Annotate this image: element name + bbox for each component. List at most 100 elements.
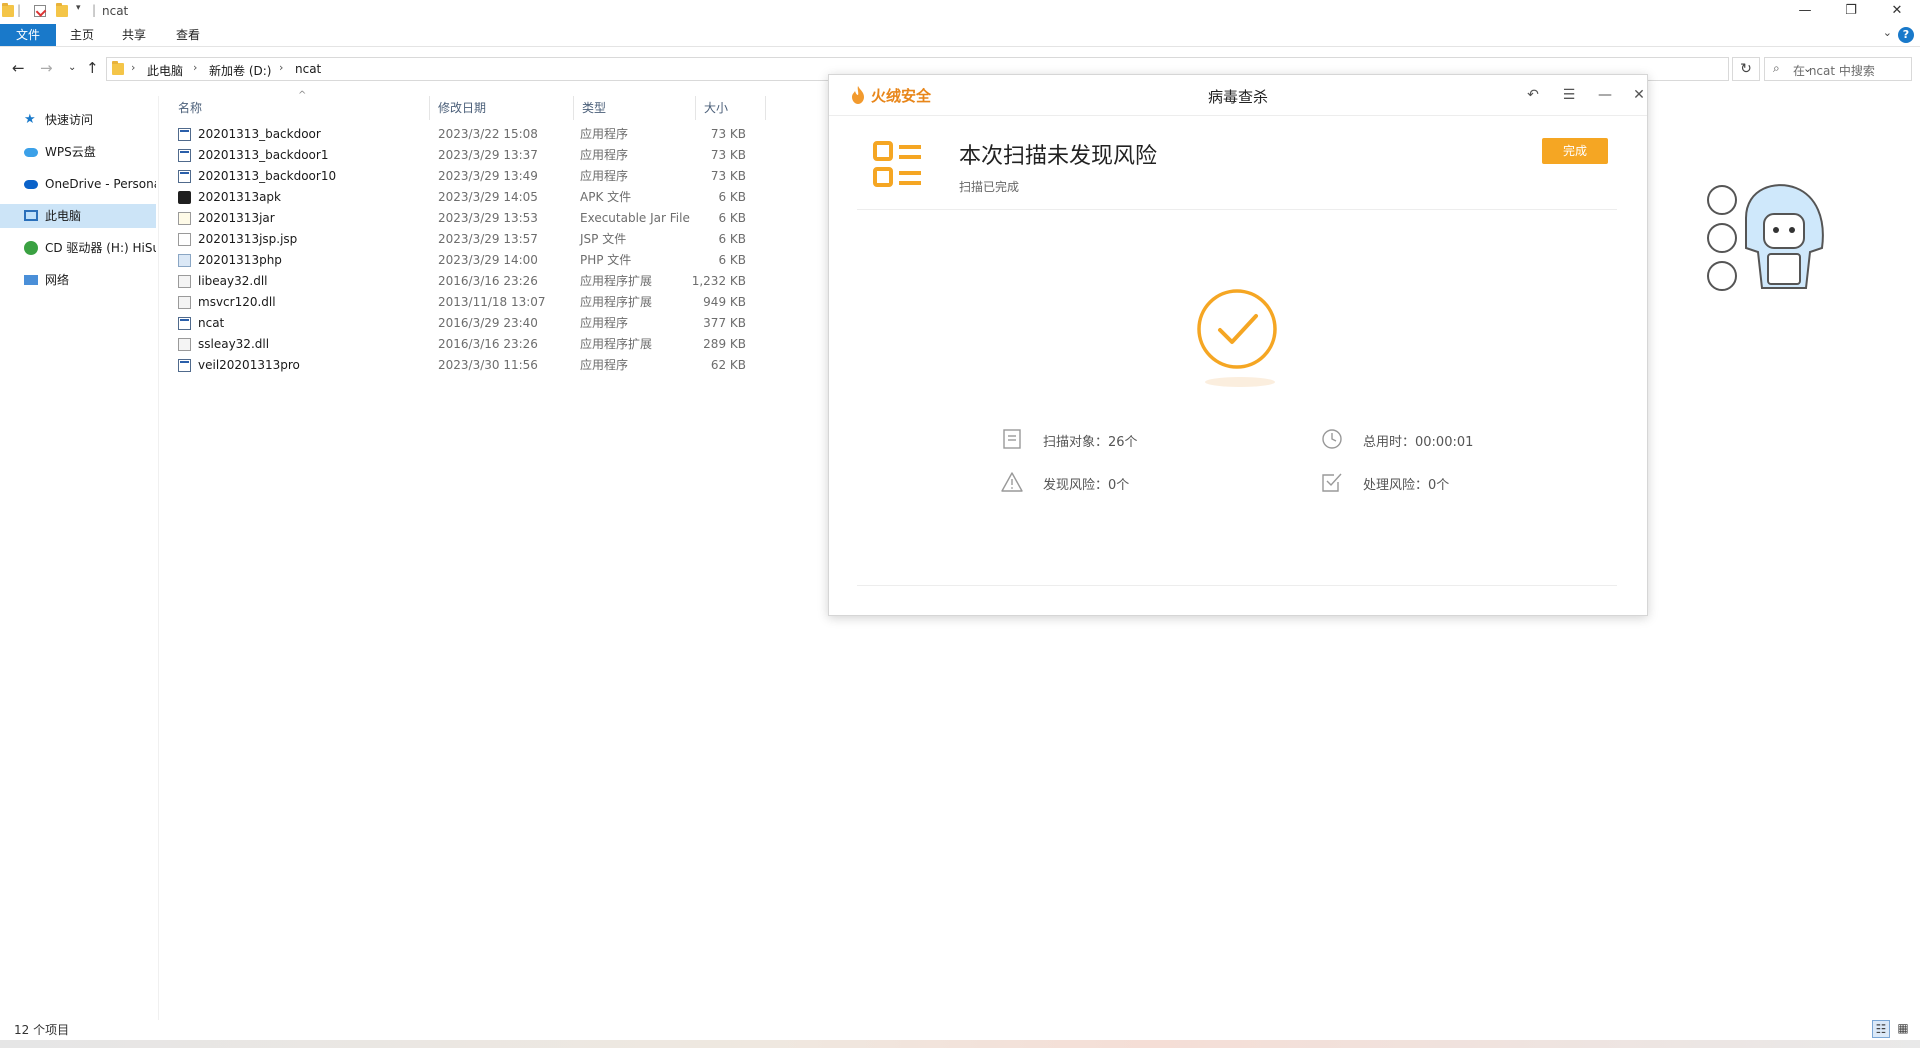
file-size: 289 KB	[703, 337, 746, 351]
column-header-type[interactable]: 类型	[574, 96, 696, 120]
star-icon: ★	[24, 112, 36, 127]
nav-item-this-pc[interactable]: 此电脑	[0, 204, 156, 228]
file-date: 2023/3/29 14:05	[438, 190, 538, 204]
tab-home[interactable]: 主页	[58, 24, 106, 46]
properties-icon[interactable]	[34, 5, 47, 17]
nav-item-label: CD 驱动器 (H:) HiSu	[45, 241, 156, 255]
breadcrumb-this-pc[interactable]: 此电脑	[147, 62, 183, 79]
window-title: ncat	[102, 4, 129, 18]
file-row[interactable]: 20201313_backdoor1 2023/3/29 13:37 应用程序 73 …	[170, 145, 770, 166]
folder-icon	[2, 3, 14, 17]
file-type: APK 文件	[580, 190, 632, 204]
nav-item-cd-drive[interactable]: CD 驱动器 (H:) HiSu	[0, 236, 156, 260]
breadcrumb-separator-icon[interactable]: ›	[193, 61, 197, 74]
file-size: 1,232 KB	[691, 274, 746, 288]
file-row[interactable]: 20201313jsp.jsp 2023/3/29 13:57 JSP 文件 6 KB	[170, 229, 770, 250]
item-count: 12 个项目	[14, 1023, 70, 1037]
column-header-size[interactable]: 大小	[696, 96, 766, 120]
file-type: 应用程序	[580, 127, 629, 141]
file-size: 377 KB	[703, 316, 746, 330]
back-arrow-icon[interactable]: ←	[12, 59, 25, 77]
file-row[interactable]: 20201313php 2023/3/29 14:00 PHP 文件 6 KB	[170, 250, 770, 271]
tab-file[interactable]: 文件	[0, 24, 56, 46]
stat-risks-handled: 处理风险：0个	[1321, 471, 1621, 495]
minimize-button[interactable]: —	[1782, 0, 1828, 24]
nav-item-onedrive[interactable]: OneDrive - Persona	[0, 172, 156, 196]
desktop-mascot-widget[interactable]	[1706, 178, 1846, 298]
file-date: 2023/3/29 14:00	[438, 253, 538, 267]
file-date: 2013/11/18 13:07	[438, 295, 546, 309]
close-icon[interactable]: ✕	[1627, 84, 1651, 106]
file-name: 20201313apk	[198, 190, 281, 204]
file-row[interactable]: 20201313jar 2023/3/29 13:53 Executable Jar…	[170, 208, 770, 229]
done-button[interactable]: 完成	[1542, 138, 1608, 164]
refresh-icon[interactable]: ↻	[1732, 57, 1760, 81]
stat-label: 扫描对象：26个	[1043, 435, 1138, 450]
forward-arrow-icon[interactable]: →	[40, 59, 53, 77]
large-icons-view-icon[interactable]: ▦	[1894, 1020, 1912, 1038]
back-icon[interactable]: ↶	[1521, 84, 1545, 106]
new-folder-icon[interactable]	[56, 3, 68, 17]
file-name: 20201313jsp.jsp	[198, 232, 298, 246]
nav-item-network[interactable]: 网络	[0, 268, 156, 292]
file-name: libeay32.dll	[198, 274, 268, 288]
file-name: 20201313jar	[198, 211, 275, 225]
file-size: 949 KB	[703, 295, 746, 309]
navigation-pane: ★ 快速访问 WPS云盘 OneDrive - Persona 此电脑 CD 驱…	[0, 96, 159, 1020]
php-file-icon	[178, 254, 191, 267]
scan-list-icon	[873, 141, 921, 187]
column-header-date[interactable]: 修改日期	[430, 96, 574, 120]
file-name: 20201313_backdoor10	[198, 169, 337, 183]
restore-button[interactable]: ❐	[1828, 0, 1874, 24]
dll-file-icon	[178, 275, 191, 288]
file-date: 2023/3/29 13:49	[438, 169, 538, 183]
file-row[interactable]: 20201313apk 2023/3/29 14:05 APK 文件 6 KB	[170, 187, 770, 208]
file-name: msvcr120.dll	[198, 295, 276, 309]
help-icon[interactable]: ?	[1898, 27, 1914, 43]
file-date: 2023/3/29 13:57	[438, 232, 538, 246]
minimize-icon[interactable]: —	[1593, 84, 1617, 106]
stat-label: 发现风险：0个	[1043, 478, 1130, 493]
file-row[interactable]: veil20201313pro 2023/3/30 11:56 应用程序 62 KB	[170, 355, 770, 376]
nav-item-wps-cloud[interactable]: WPS云盘	[0, 140, 156, 164]
file-row[interactable]: ssleay32.dll 2016/3/16 23:26 应用程序扩展 289 KB	[170, 334, 770, 355]
close-button[interactable]: ✕	[1874, 0, 1920, 24]
file-row[interactable]: ncat 2016/3/29 23:40 应用程序 377 KB	[170, 313, 770, 334]
quick-access-dropdown-icon[interactable]: ▾	[76, 3, 81, 13]
nav-item-label: OneDrive - Persona	[45, 177, 156, 191]
menu-icon[interactable]: ☰	[1557, 84, 1581, 106]
file-row[interactable]: msvcr120.dll 2013/11/18 13:07 应用程序扩展 949 KB	[170, 292, 770, 313]
up-arrow-icon[interactable]: ↑	[86, 59, 99, 77]
nav-item-label: WPS云盘	[45, 145, 96, 159]
file-name: 20201313_backdoor	[198, 127, 321, 141]
file-row[interactable]: 20201313_backdoor 2023/3/22 15:08 应用程序 73 K…	[170, 124, 770, 145]
taskbar-edge	[0, 1040, 1920, 1048]
details-view-icon[interactable]: ☷	[1872, 1020, 1890, 1038]
file-size: 6 KB	[718, 211, 746, 225]
exe-file-icon	[178, 317, 191, 330]
file-size: 6 KB	[718, 190, 746, 204]
breadcrumb-ncat[interactable]: ncat	[295, 62, 321, 76]
breadcrumb-drive[interactable]: 新加卷 (D:)	[209, 62, 271, 79]
nav-item-quick-access[interactable]: ★ 快速访问	[0, 108, 156, 132]
doc-file-icon	[178, 233, 191, 246]
dll-file-icon	[178, 338, 191, 351]
mascot-buttons	[1707, 185, 1737, 291]
breadcrumb-separator-icon[interactable]: ›	[279, 61, 283, 74]
tab-view[interactable]: 查看	[164, 24, 212, 46]
scan-result-subtitle: 扫描已完成	[959, 180, 1020, 194]
file-type: 应用程序	[580, 148, 629, 162]
file-type: Executable Jar File	[580, 211, 690, 225]
recent-locations-icon[interactable]: ⌄	[68, 62, 76, 73]
file-type: 应用程序	[580, 169, 629, 183]
ribbon-tabs: 文件 主页 共享 查看 ⌄ ?	[0, 24, 1920, 47]
tab-share[interactable]: 共享	[110, 24, 158, 46]
file-size: 6 KB	[718, 253, 746, 267]
search-input[interactable]: ⌕ 在 ncat 中搜索	[1764, 57, 1912, 81]
file-row[interactable]: 20201313_backdoor10 2023/3/29 13:49 应用程序 73…	[170, 166, 770, 187]
nav-item-label: 网络	[45, 273, 70, 287]
breadcrumb-separator-icon[interactable]: ›	[131, 61, 135, 74]
file-row[interactable]: libeay32.dll 2016/3/16 23:26 应用程序扩展 1,232 K…	[170, 271, 770, 292]
ribbon-expand-icon[interactable]: ⌄	[1883, 26, 1892, 39]
file-date: 2016/3/16 23:26	[438, 274, 538, 288]
